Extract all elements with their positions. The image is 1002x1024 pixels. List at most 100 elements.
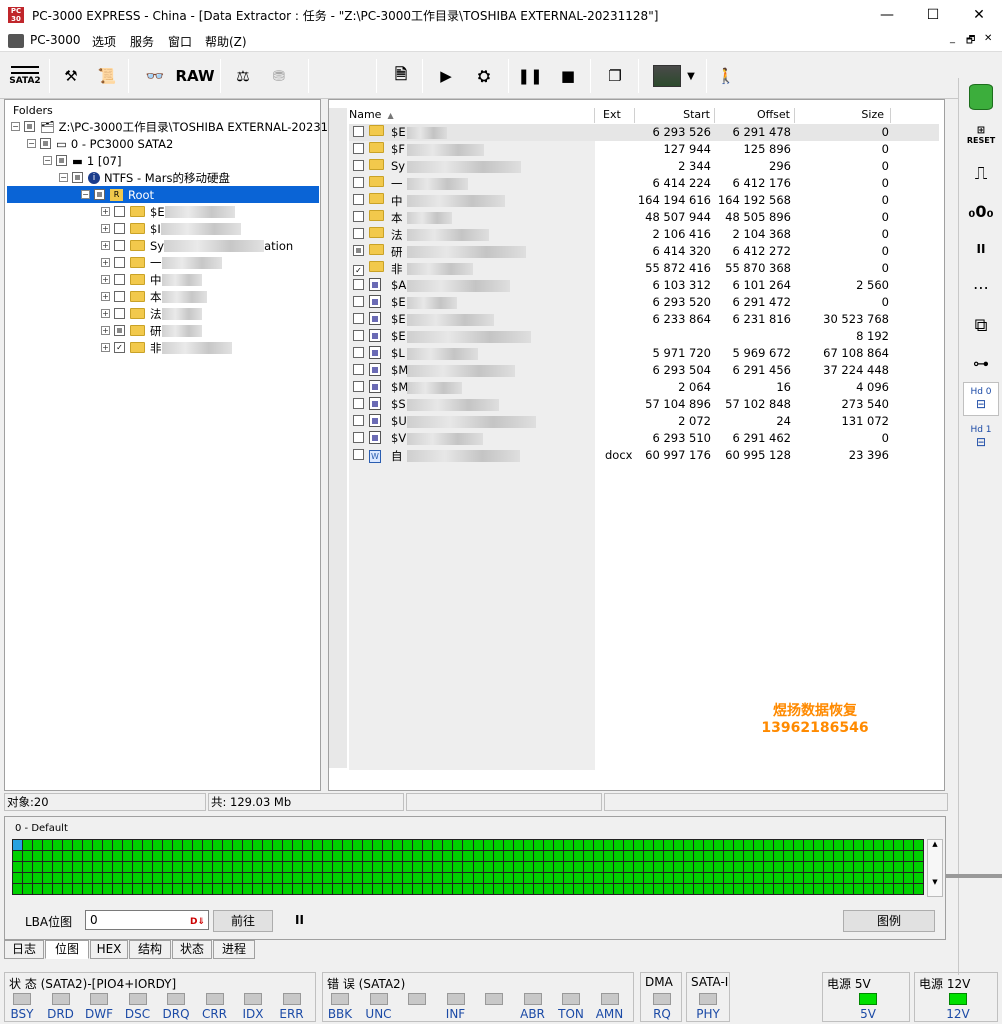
tab-bitmap[interactable]: 位图 [45, 940, 89, 959]
collapse-icon[interactable]: − [11, 122, 20, 131]
tree-checkbox[interactable] [114, 223, 125, 234]
tree-checkbox[interactable] [114, 308, 125, 319]
maximize-button[interactable]: ☐ [910, 0, 956, 30]
row-checkbox[interactable] [353, 432, 364, 443]
hd1-button[interactable]: Hd 1 ⊟ [963, 420, 999, 454]
tab-process[interactable]: 进程 [213, 940, 255, 959]
tree-checkbox[interactable] [114, 325, 125, 336]
stop-button[interactable]: ■ [554, 59, 582, 93]
tree-checkbox[interactable] [114, 206, 125, 217]
tree-node-folder[interactable]: + $E [101, 203, 235, 220]
power-switch-button[interactable]: ⎍ [963, 156, 999, 190]
tree-node-root[interactable]: − R Root [7, 186, 319, 203]
expand-icon[interactable]: + [101, 258, 110, 267]
tree-checkbox[interactable] [114, 291, 125, 302]
table-row[interactable]: $V 6 293 510 6 291 462 0 [349, 430, 939, 447]
expand-icon[interactable]: + [101, 343, 110, 352]
table-row[interactable]: 本 48 507 944 48 505 896 0 [349, 209, 939, 226]
tree-checkbox[interactable] [114, 257, 125, 268]
table-row[interactable]: $M 6 293 504 6 291 456 37 224 448 [349, 362, 939, 379]
table-row[interactable]: $E 6 293 520 6 291 472 0 [349, 294, 939, 311]
lba-bitmap-grid[interactable] [12, 839, 924, 895]
row-checkbox[interactable] [353, 313, 364, 324]
legend-button[interactable]: 图例 [843, 910, 935, 932]
search-button[interactable]: 👓 [140, 59, 170, 93]
tools-button[interactable]: ⚒ [56, 59, 86, 93]
reset-button[interactable]: ⊞ RESET [963, 118, 999, 152]
menu-options[interactable]: 选项 [92, 33, 116, 50]
table-row[interactable]: 研 6 414 320 6 412 272 0 [349, 243, 939, 260]
collapse-icon[interactable]: − [27, 139, 36, 148]
tree-node-folder[interactable]: + 法 [101, 305, 202, 322]
tree-node-folder[interactable]: + 中 [101, 271, 202, 288]
tree-node-folder[interactable]: + ✓ 非 [101, 339, 232, 356]
scroll-down-icon[interactable]: ▼ [928, 878, 942, 886]
menu-service[interactable]: 服务 [130, 33, 154, 50]
sata2-port-button[interactable]: SATA2 [6, 59, 44, 93]
row-checkbox[interactable] [353, 330, 364, 341]
pause-button[interactable]: ❚❚ [516, 59, 544, 93]
windows-button[interactable]: ❐ [600, 59, 630, 93]
tree-node-folder[interactable]: + 研 [101, 322, 202, 339]
tree-node-device[interactable]: − ▭ 0 - PC3000 SATA2 [27, 135, 173, 152]
table-row[interactable]: 中 164 194 616 164 192 568 0 [349, 192, 939, 209]
tree-checkbox[interactable] [114, 240, 125, 251]
row-checkbox[interactable] [353, 228, 364, 239]
row-checkbox[interactable] [353, 143, 364, 154]
script-button[interactable]: 📜 [92, 59, 122, 93]
database-button[interactable] [963, 80, 999, 114]
expand-icon[interactable]: + [101, 309, 110, 318]
column-header-offset[interactable]: Offset [715, 108, 795, 123]
tab-structure[interactable]: 结构 [129, 940, 171, 959]
tree-checkbox[interactable] [114, 274, 125, 285]
connector-button[interactable]: ⊶ [963, 346, 999, 380]
exit-button[interactable]: 🚶 [712, 59, 740, 93]
table-row[interactable]: $U 2 072 24 131 072 [349, 413, 939, 430]
table-row[interactable]: $E 8 192 [349, 328, 939, 345]
table-row[interactable]: $E 6 293 526 6 291 478 0 [349, 124, 939, 141]
row-checkbox[interactable] [353, 160, 364, 171]
tree-node-task-path[interactable]: − 🗂 Z:\PC-3000工作目录\TOSHIBA EXTERNAL-202311 [11, 118, 335, 135]
raw-button[interactable]: RAW [175, 59, 214, 93]
tree-node-folder[interactable]: + 一 [101, 254, 222, 271]
row-checkbox[interactable] [353, 211, 364, 222]
tree-node-folder[interactable]: + $I [101, 220, 241, 237]
tree-checkbox[interactable] [72, 172, 83, 183]
disk-balance-button[interactable]: ⚖ [228, 59, 258, 93]
tree-button[interactable]: ⛭ [466, 59, 502, 93]
table-row[interactable]: 一 6 414 224 6 412 176 0 [349, 175, 939, 192]
table-row[interactable]: $L 5 971 720 5 969 672 67 108 864 [349, 345, 939, 362]
table-row[interactable]: $F 127 944 125 896 0 [349, 141, 939, 158]
tree-node-folder[interactable]: + Sy ation [101, 237, 293, 254]
table-row[interactable]: $S 57 104 896 57 102 848 273 540 [349, 396, 939, 413]
scroll-up-icon[interactable]: ▲ [928, 840, 942, 848]
expand-icon[interactable]: + [101, 241, 110, 250]
lba-jump-icon[interactable]: D⇓ [190, 913, 205, 931]
row-checkbox[interactable] [353, 126, 364, 137]
row-checkbox[interactable] [353, 296, 364, 307]
tree-checkbox[interactable] [24, 121, 35, 132]
row-checkbox[interactable] [353, 194, 364, 205]
lba-input[interactable]: 0 D⇓ [85, 910, 209, 930]
bitmap-pause-button[interactable]: II [295, 913, 304, 927]
table-row[interactable]: ✓ 非 55 872 416 55 870 368 0 [349, 260, 939, 277]
table-row[interactable]: $A 6 103 312 6 101 264 2 560 [349, 277, 939, 294]
expand-icon[interactable]: + [101, 224, 110, 233]
row-checkbox[interactable] [353, 245, 364, 256]
menu-window[interactable]: 窗口 [168, 33, 192, 50]
zero-button[interactable]: ₀0₀ [963, 194, 999, 228]
expand-icon[interactable]: + [101, 292, 110, 301]
tab-hex[interactable]: HEX [90, 940, 128, 959]
column-header-name[interactable]: Name ▲ [347, 108, 595, 123]
tree-node-folder[interactable]: + 本 [101, 288, 207, 305]
row-checkbox[interactable] [353, 398, 364, 409]
goto-button[interactable]: 前往 [213, 910, 273, 932]
table-row[interactable]: W 自 docx 60 997 176 60 995 128 23 396 [349, 447, 939, 464]
column-header-start[interactable]: Start [635, 108, 715, 123]
tree-checkbox[interactable] [40, 138, 51, 149]
tree-node-ntfs[interactable]: − i NTFS - Mars的移动硬盘 [59, 169, 230, 186]
collapse-icon[interactable]: − [59, 173, 68, 182]
hd0-button[interactable]: Hd 0 ⊟ [963, 382, 999, 416]
tree-checkbox[interactable] [94, 189, 105, 200]
disk-copy-button[interactable]: ⛃ [264, 59, 294, 93]
